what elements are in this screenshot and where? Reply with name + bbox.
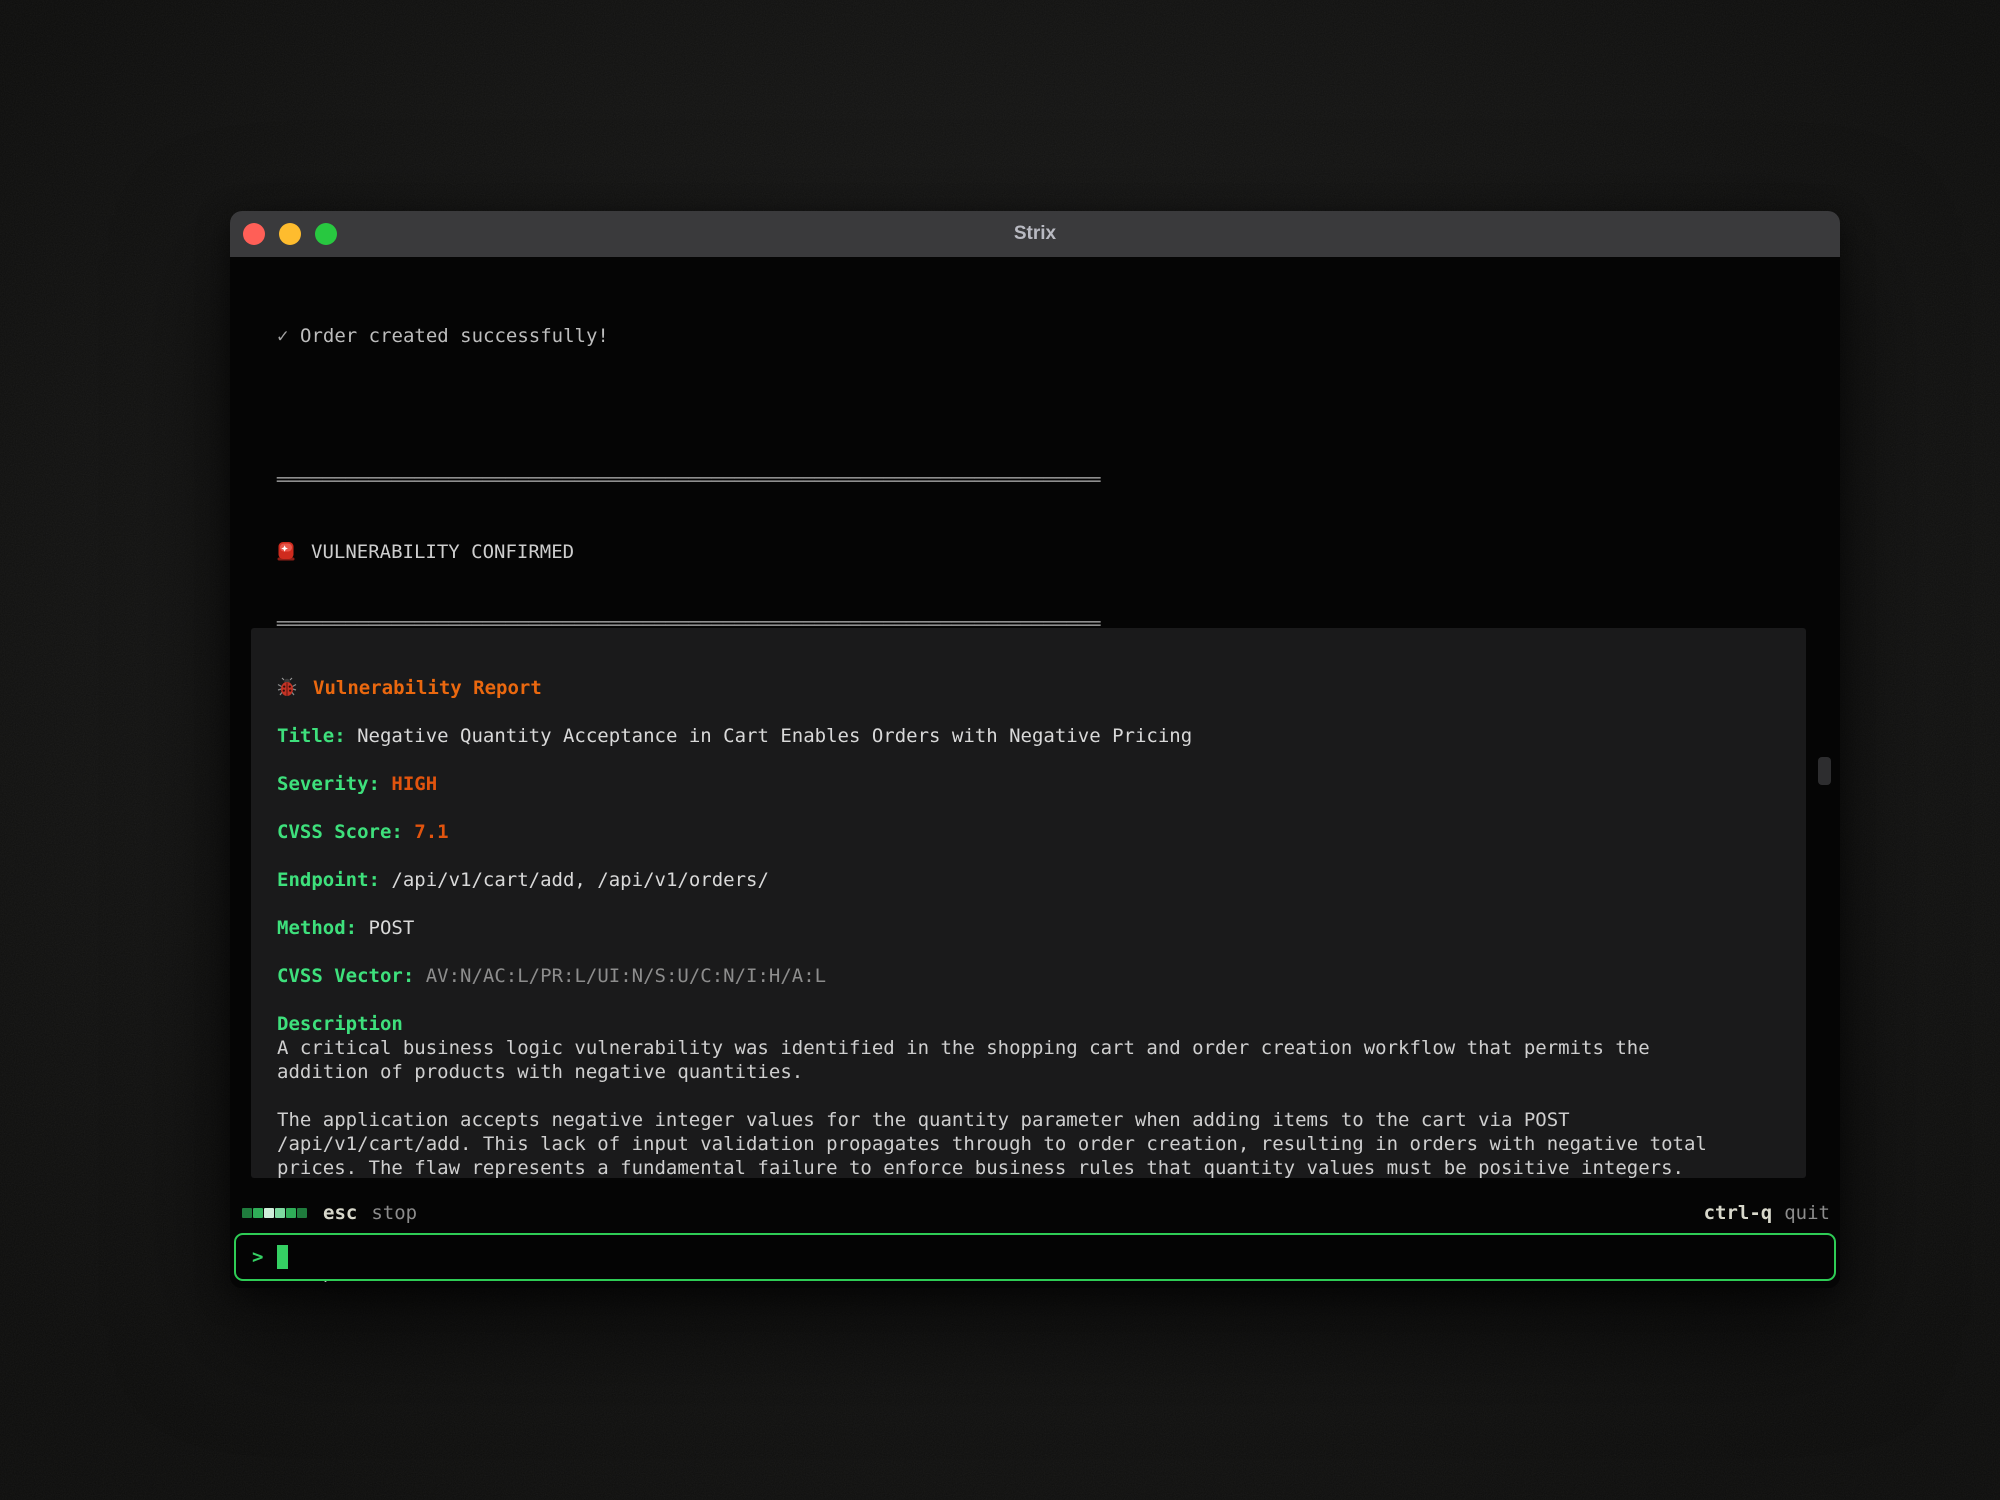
spinner <box>242 1208 307 1218</box>
report-heading: Vulnerability Report <box>313 677 542 699</box>
title-value: Negative Quantity Acceptance in Cart Ena… <box>357 725 1192 747</box>
terminal-content: ✓Order created successfully! ═══════════… <box>230 257 1840 1288</box>
terminal-window: Strix ✓Order created successfully! ═════… <box>230 211 1840 1288</box>
stop-action-label: stop <box>371 1201 417 1225</box>
report-heading-row: Vulnerability Report <box>277 676 1806 700</box>
cvss-score-value: 7.1 <box>414 821 448 843</box>
description-heading-row: Description <box>277 1012 1806 1036</box>
method-value: POST <box>369 917 415 939</box>
cvss-vector-value: AV:N/AC:L/PR:L/UI:N/S:U/C:N/I:H/A:L <box>426 965 826 987</box>
separator-line: ════════════════════════════════════════… <box>277 468 1101 492</box>
description-line: The application accepts negative integer… <box>277 1108 1806 1132</box>
endpoint-value: /api/v1/cart/add, /api/v1/orders/ <box>391 869 769 891</box>
severity-label: Severity: <box>277 773 380 795</box>
input-prompt: > <box>252 1245 263 1269</box>
status-bar: esc stop ctrl-q quit <box>230 1201 1840 1225</box>
description-line: addition of products with negative quant… <box>277 1060 1806 1084</box>
esc-key-hint[interactable]: esc <box>323 1201 357 1225</box>
report-title-row: Title: Negative Quantity Acceptance in C… <box>277 724 1806 748</box>
quit-key-hint[interactable]: ctrl-q <box>1704 1201 1773 1225</box>
severity-value: HIGH <box>391 773 437 795</box>
log-line-order-success: ✓Order created successfully! <box>277 324 1101 348</box>
vulnerability-report-panel: Vulnerability Report Title: Negative Qua… <box>251 628 1806 1178</box>
blank-line <box>277 396 1101 420</box>
window-title: Strix <box>230 211 1840 257</box>
bug-icon <box>277 677 297 703</box>
vuln-confirmed-text: VULNERABILITY CONFIRMED <box>311 541 574 563</box>
report-cvss-row: CVSS Score: 7.1 <box>277 820 1806 844</box>
description-line: /api/v1/cart/add. This lack of input val… <box>277 1132 1806 1156</box>
title-label: Title: <box>277 725 346 747</box>
scrollbar-thumb[interactable] <box>1818 757 1831 785</box>
report-method-row: Method: POST <box>277 916 1806 940</box>
siren-icon <box>277 541 295 567</box>
cvss-vector-label: CVSS Vector: <box>277 965 414 987</box>
description-line: prices. The flaw represents a fundamenta… <box>277 1156 1806 1178</box>
check-icon: ✓ <box>277 324 300 348</box>
description-line: A critical business logic vulnerability … <box>277 1036 1806 1060</box>
description-label: Description <box>277 1013 403 1035</box>
report-severity-row: Severity: HIGH <box>277 772 1806 796</box>
command-input[interactable]: > <box>234 1233 1836 1281</box>
method-label: Method: <box>277 917 357 939</box>
endpoint-label: Endpoint: <box>277 869 380 891</box>
text-cursor <box>277 1245 288 1269</box>
description-line <box>277 1084 1806 1108</box>
cvss-score-label: CVSS Score: <box>277 821 403 843</box>
window-titlebar[interactable]: Strix <box>230 211 1840 257</box>
order-success-text: Order created successfully! <box>300 325 609 347</box>
quit-action-label: quit <box>1784 1201 1830 1225</box>
log-line-vuln-confirmed: VULNERABILITY CONFIRMED <box>277 540 1101 564</box>
report-vector-row: CVSS Vector: AV:N/AC:L/PR:L/UI:N/S:U/C:N… <box>277 964 1806 988</box>
report-endpoint-row: Endpoint: /api/v1/cart/add, /api/v1/orde… <box>277 868 1806 892</box>
